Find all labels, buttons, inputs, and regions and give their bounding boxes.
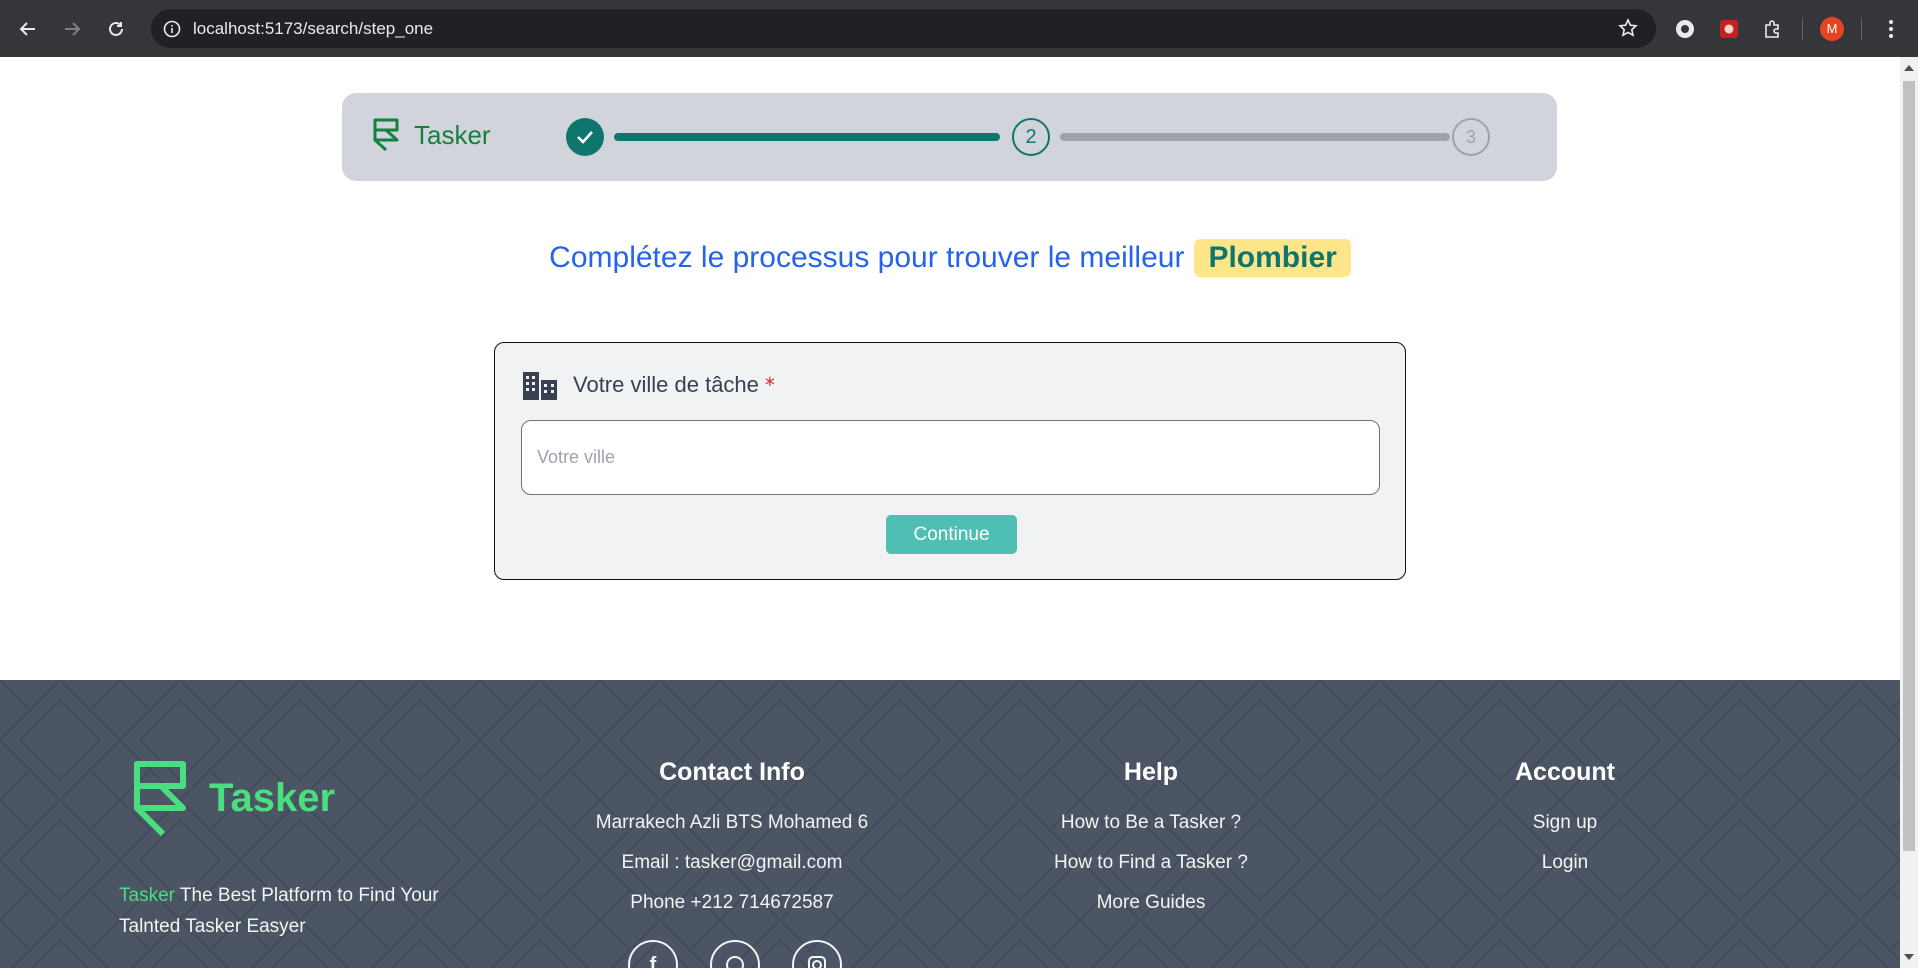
scroll-down-arrow-icon[interactable] bbox=[1904, 954, 1914, 960]
profile-button[interactable]: M bbox=[1817, 14, 1847, 44]
headline-text: Complétez le processus pour trouver le m… bbox=[549, 241, 1185, 274]
footer-description: Tasker The Best Platform to Find Your Ta… bbox=[119, 880, 449, 942]
extension-icon[interactable] bbox=[1670, 14, 1700, 44]
toolbar-divider bbox=[1802, 17, 1803, 40]
url-text: localhost:5173/search/step_one bbox=[193, 18, 434, 38]
arrow-left-icon bbox=[19, 21, 35, 36]
header-brand[interactable]: Tasker bbox=[372, 117, 491, 153]
forward-button[interactable] bbox=[50, 0, 94, 57]
account-heading: Account bbox=[1515, 758, 1615, 786]
help-link-be-tasker[interactable]: How to Be a Tasker ? bbox=[1006, 812, 1296, 852]
tasker-logo-icon bbox=[373, 118, 399, 152]
progress-bar-pending bbox=[1060, 133, 1450, 141]
continue-button[interactable]: Continue bbox=[886, 515, 1017, 554]
scroll-up-arrow-icon[interactable] bbox=[1904, 65, 1914, 71]
job-badge: Plombier bbox=[1194, 239, 1351, 277]
extension-shield-icon[interactable] bbox=[1714, 14, 1744, 44]
city-buildings-icon bbox=[523, 372, 557, 400]
contact-email[interactable]: Email : tasker@gmail.com bbox=[572, 852, 892, 892]
footer-help-column: Help How to Be a Tasker ? How to Find a … bbox=[1006, 758, 1296, 932]
progress-header: Tasker 2 3 bbox=[342, 93, 1557, 181]
footer-desc-highlight: Tasker bbox=[119, 885, 175, 906]
footer-brand-text: Tasker bbox=[209, 775, 336, 820]
tasker-logo-icon bbox=[134, 761, 186, 836]
help-link-more-guides[interactable]: More Guides bbox=[1006, 892, 1296, 932]
bookmark-star-icon[interactable] bbox=[1618, 18, 1638, 42]
city-input[interactable] bbox=[521, 420, 1380, 495]
site-footer: Tasker Tasker The Best Platform to Find … bbox=[0, 680, 1900, 968]
account-link-signup[interactable]: Sign up bbox=[1430, 812, 1700, 852]
address-bar[interactable]: localhost:5173/search/step_one bbox=[151, 9, 1656, 48]
required-asterisk: * bbox=[764, 373, 775, 397]
help-link-find-tasker[interactable]: How to Find a Tasker ? bbox=[1006, 852, 1296, 892]
step-2-current: 2 bbox=[1012, 118, 1050, 156]
arrow-right-icon bbox=[65, 21, 81, 36]
footer-account-column: Account Sign up Login bbox=[1430, 758, 1700, 892]
social-links: f bbox=[628, 940, 842, 968]
menu-kebab-icon[interactable] bbox=[1876, 14, 1906, 44]
step-1-completed bbox=[566, 118, 604, 156]
toolbar-divider bbox=[1861, 17, 1862, 40]
city-label-text: Votre ville de tâche bbox=[573, 372, 759, 397]
contact-phone[interactable]: Phone +212 714672587 bbox=[572, 892, 892, 932]
page-headline: Complétez le processus pour trouver le m… bbox=[0, 239, 1900, 277]
reload-icon bbox=[109, 21, 123, 36]
site-info-icon[interactable] bbox=[151, 20, 193, 38]
page-content: Tasker 2 3 Complétez le processus pour t… bbox=[0, 57, 1900, 968]
progress-bar-completed bbox=[614, 133, 1000, 141]
footer-contact-column: Contact Info Marrakech Azli BTS Mohamed … bbox=[572, 758, 892, 932]
back-button[interactable] bbox=[6, 0, 50, 57]
footer-logo[interactable]: Tasker bbox=[133, 760, 335, 836]
city-field-label: Votre ville de tâche * bbox=[521, 370, 775, 400]
account-link-login[interactable]: Login bbox=[1430, 852, 1700, 892]
contact-address: Marrakech Azli BTS Mohamed 6 bbox=[595, 812, 869, 833]
scroll-thumb[interactable] bbox=[1903, 81, 1915, 851]
header-brand-text: Tasker bbox=[414, 119, 491, 150]
step-3-upcoming: 3 bbox=[1452, 118, 1490, 156]
extensions-puzzle-icon[interactable] bbox=[1758, 14, 1788, 44]
reload-button[interactable] bbox=[94, 0, 138, 57]
help-heading: Help bbox=[1123, 758, 1179, 786]
whatsapp-icon[interactable] bbox=[710, 940, 760, 968]
page-scrollbar[interactable] bbox=[1900, 57, 1918, 968]
browser-toolbar: localhost:5173/search/step_one M bbox=[0, 0, 1918, 57]
avatar: M bbox=[1820, 16, 1844, 41]
instagram-icon[interactable] bbox=[792, 940, 842, 968]
check-icon bbox=[577, 131, 593, 144]
facebook-icon[interactable]: f bbox=[628, 940, 678, 968]
contact-heading: Contact Info bbox=[659, 758, 805, 786]
city-form-card: Votre ville de tâche * Continue bbox=[494, 342, 1406, 580]
